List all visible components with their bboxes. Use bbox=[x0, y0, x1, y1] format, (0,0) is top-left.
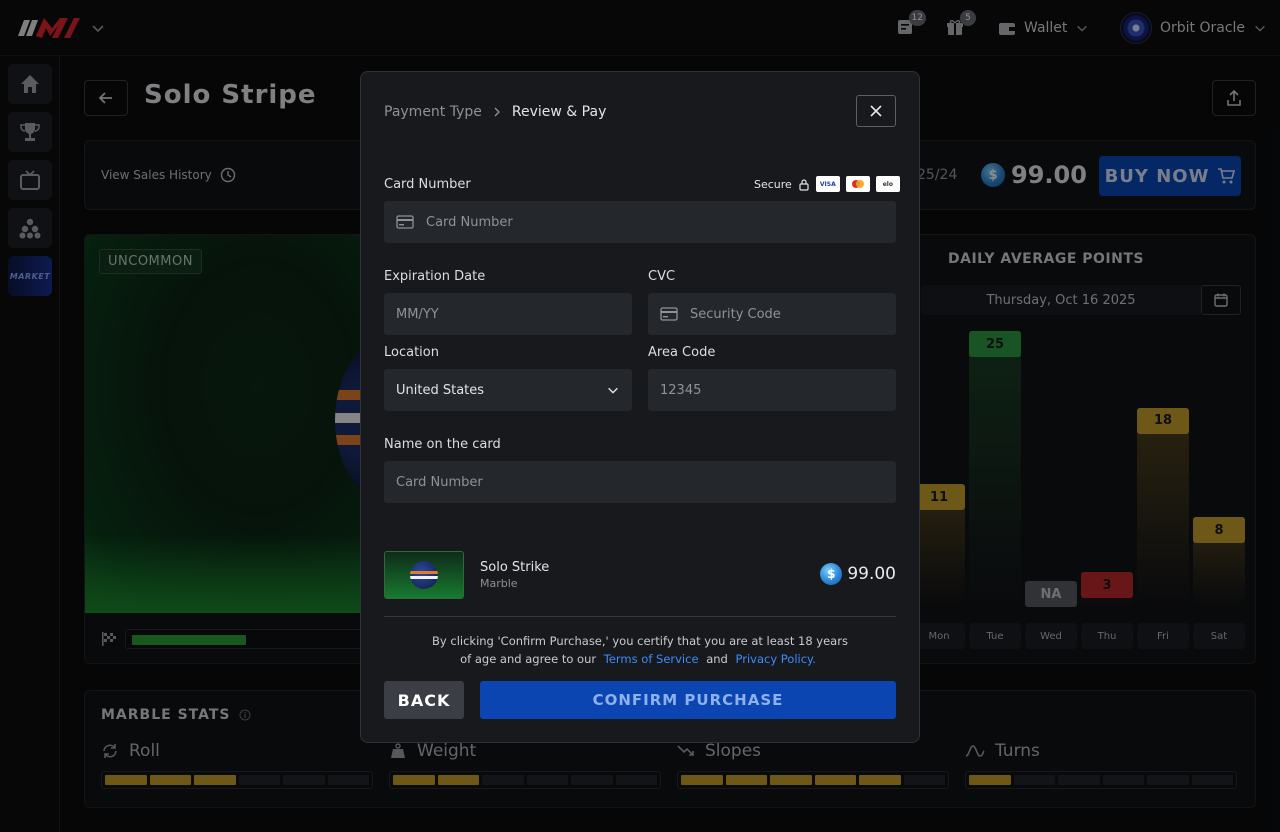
visa-icon: VISA bbox=[815, 176, 840, 192]
area-code-input[interactable]: 12345 bbox=[648, 369, 896, 411]
location-select[interactable]: United States bbox=[384, 369, 632, 411]
cvc-placeholder: Security Code bbox=[690, 306, 781, 322]
breadcrumb-payment-type[interactable]: Payment Type bbox=[384, 104, 482, 120]
item-price-value: 99.00 bbox=[847, 564, 896, 584]
name-on-card-label: Name on the card bbox=[384, 437, 501, 452]
payment-modal: Payment Type Review & Pay Card Number Se… bbox=[360, 71, 920, 743]
terms-line-2: of age and agree to our bbox=[460, 652, 597, 666]
privacy-policy-link[interactable]: Privacy Policy. bbox=[735, 652, 815, 666]
cvc-label: CVC bbox=[648, 269, 676, 284]
item-price: $ 99.00 bbox=[820, 563, 896, 585]
expiration-placeholder: MM/YY bbox=[396, 306, 439, 322]
secure-label: Secure bbox=[754, 177, 792, 191]
chevron-down-icon bbox=[608, 387, 618, 394]
card-number-placeholder: Card Number bbox=[426, 214, 513, 230]
item-thumbnail bbox=[384, 551, 464, 599]
close-button[interactable] bbox=[856, 95, 896, 127]
expiration-input[interactable]: MM/YY bbox=[384, 293, 632, 335]
coin-icon: $ bbox=[820, 563, 843, 585]
location-value: United States bbox=[396, 382, 485, 398]
elo-icon: elo bbox=[875, 176, 900, 192]
credit-card-icon bbox=[660, 307, 678, 321]
cvc-input[interactable]: Security Code bbox=[648, 293, 896, 335]
expiration-label: Expiration Date bbox=[384, 269, 486, 284]
terms-and: and bbox=[706, 652, 728, 666]
location-label: Location bbox=[384, 345, 439, 360]
close-icon bbox=[870, 105, 882, 117]
breadcrumb: Payment Type Review & Pay bbox=[384, 104, 606, 120]
name-on-card-placeholder: Card Number bbox=[396, 474, 483, 490]
divider bbox=[384, 616, 896, 617]
credit-card-icon bbox=[396, 215, 414, 229]
confirm-purchase-button[interactable]: CONFIRM PURCHASE bbox=[480, 681, 896, 719]
breadcrumb-review-pay: Review & Pay bbox=[511, 104, 607, 120]
mastercard-icon bbox=[845, 176, 870, 192]
chevron-right-icon bbox=[494, 107, 500, 117]
item-type: Marble bbox=[480, 577, 518, 590]
lock-icon bbox=[799, 178, 809, 191]
order-item: Solo Strike Marble $ 99.00 bbox=[384, 551, 896, 599]
terms-text: By clicking 'Confirm Purchase,' you cert… bbox=[384, 632, 896, 668]
name-on-card-input[interactable]: Card Number bbox=[384, 461, 896, 503]
back-button[interactable]: BACK bbox=[384, 681, 464, 719]
terms-line-1: By clicking 'Confirm Purchase,' you cert… bbox=[432, 634, 848, 648]
terms-of-service-link[interactable]: Terms of Service bbox=[604, 652, 699, 666]
card-number-label: Card Number bbox=[384, 177, 471, 192]
item-name: Solo Strike bbox=[480, 560, 550, 575]
secure-indicator: Secure VISA elo bbox=[754, 176, 900, 192]
card-number-input[interactable]: Card Number bbox=[384, 201, 896, 243]
area-code-label: Area Code bbox=[648, 345, 716, 360]
area-code-placeholder: 12345 bbox=[660, 382, 702, 398]
